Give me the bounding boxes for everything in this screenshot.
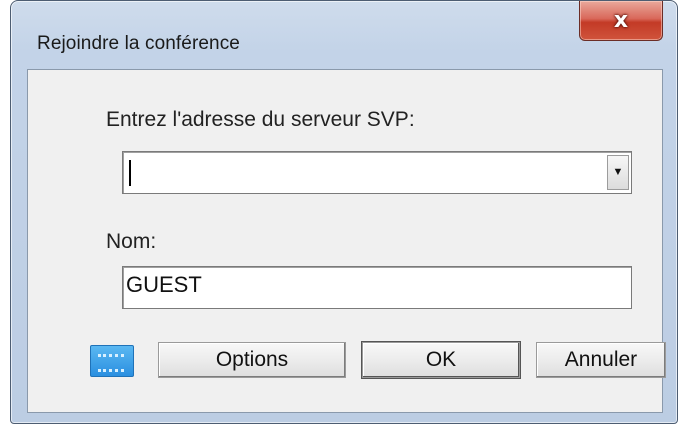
chevron-down-icon: ▼: [612, 166, 624, 178]
name-input[interactable]: GUEST: [122, 266, 632, 309]
window-title: Rejoindre la conférence: [37, 33, 240, 54]
ok-button[interactable]: OK: [362, 342, 520, 378]
dialog-window: Rejoindre la conférence x Entrez l'adres…: [10, 0, 678, 424]
cancel-button[interactable]: Annuler: [536, 342, 666, 378]
server-address-label: Entrez l'adresse du serveur SVP:: [106, 108, 415, 131]
server-address-combobox[interactable]: ▼: [122, 151, 632, 194]
close-button[interactable]: x: [579, 1, 663, 41]
text-cursor: [129, 160, 131, 186]
dropdown-button[interactable]: ▼: [607, 155, 629, 190]
options-button[interactable]: Options: [158, 342, 346, 378]
name-label: Nom:: [106, 230, 157, 253]
keyboard-icon[interactable]: [90, 345, 134, 377]
keyboard-keys: [98, 354, 124, 372]
close-icon: x: [613, 7, 629, 33]
dialog-content: Entrez l'adresse du serveur SVP: ▼ Nom: …: [27, 69, 666, 413]
